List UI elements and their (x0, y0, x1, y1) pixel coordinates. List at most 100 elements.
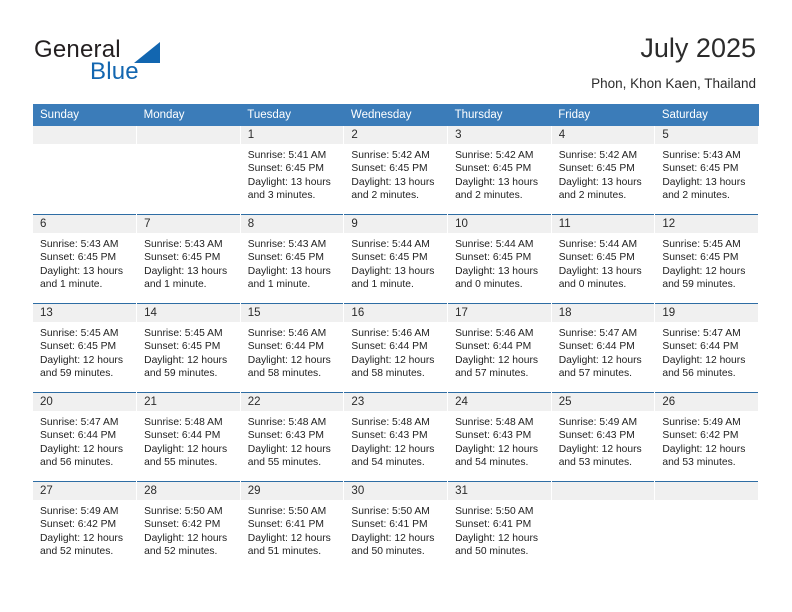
day-number: 14 (137, 304, 240, 322)
day-cell-inner (33, 126, 137, 214)
calendar-day-cell[interactable]: 28 Sunrise: 5:50 AM Sunset: 6:42 PM Dayligh… (136, 481, 241, 570)
sunrise-text: Sunrise: 5:46 AM (351, 328, 430, 339)
day-details: Sunrise: 5:45 AM Sunset: 6:45 PM Daylight:… (137, 322, 240, 381)
sunrise-text: Sunrise: 5:45 AM (144, 328, 223, 339)
day-details: Sunrise: 5:45 AM Sunset: 6:45 PM Daylight:… (655, 233, 758, 292)
daylight-text: Daylight: 12 hours and 56 minutes. (662, 354, 746, 380)
sunset-text: Sunset: 6:45 PM (351, 163, 428, 175)
day-number: 16 (344, 304, 448, 322)
day-number: 21 (137, 393, 240, 411)
calendar-day-cell-empty (33, 126, 138, 215)
sunrise-text: Sunrise: 5:42 AM (455, 150, 534, 161)
day-cell-inner: 30 Sunrise: 5:50 AM Sunset: 6:41 PM Dayligh… (344, 482, 448, 570)
calendar-day-cell[interactable]: 4 Sunrise: 5:42 AM Sunset: 6:45 PM Daylight… (551, 126, 656, 215)
calendar-day-cell[interactable]: 17 Sunrise: 5:46 AM Sunset: 6:44 PM Dayligh… (447, 303, 552, 393)
calendar-day-cell[interactable]: 15 Sunrise: 5:46 AM Sunset: 6:44 PM Dayligh… (240, 303, 345, 393)
calendar-day-cell-empty (551, 481, 656, 570)
calendar-day-cell[interactable]: 6 Sunrise: 5:43 AM Sunset: 6:45 PM Daylight… (33, 214, 138, 304)
day-number: 7 (137, 215, 240, 233)
day-cell-inner: 5 Sunrise: 5:43 AM Sunset: 6:45 PM Daylight… (655, 126, 758, 214)
day-cell-inner: 4 Sunrise: 5:42 AM Sunset: 6:45 PM Daylight… (551, 126, 655, 214)
day-number (551, 482, 655, 500)
daylight-text: Daylight: 12 hours and 55 minutes. (144, 443, 228, 469)
weekday-header-thursday: Thursday (447, 104, 552, 126)
calendar-day-cell[interactable]: 12 Sunrise: 5:45 AM Sunset: 6:45 PM Dayligh… (654, 214, 759, 304)
sunrise-text: Sunrise: 5:44 AM (455, 239, 534, 250)
calendar-day-cell-empty (654, 481, 759, 570)
calendar-day-cell[interactable]: 14 Sunrise: 5:45 AM Sunset: 6:45 PM Dayligh… (136, 303, 241, 393)
page-title: July 2025 (640, 33, 756, 63)
sunset-text: Sunset: 6:45 PM (247, 252, 324, 264)
daylight-text: Daylight: 12 hours and 55 minutes. (247, 443, 331, 469)
daylight-text: Daylight: 13 hours and 1 minute. (144, 265, 228, 291)
calendar-page: General Blue July 2025 Phon, Khon Kaen, … (0, 0, 792, 612)
calendar-day-cell[interactable]: 3 Sunrise: 5:42 AM Sunset: 6:45 PM Daylight… (447, 126, 552, 215)
calendar-day-cell[interactable]: 5 Sunrise: 5:43 AM Sunset: 6:45 PM Daylight… (654, 126, 759, 215)
calendar-day-cell[interactable]: 8 Sunrise: 5:43 AM Sunset: 6:45 PM Daylight… (240, 214, 345, 304)
calendar-day-cell[interactable]: 2 Sunrise: 5:42 AM Sunset: 6:45 PM Daylight… (343, 126, 449, 215)
calendar-day-cell[interactable]: 27 Sunrise: 5:49 AM Sunset: 6:42 PM Dayligh… (33, 481, 138, 570)
daylight-text: Daylight: 12 hours and 56 minutes. (40, 443, 123, 469)
day-cell-inner: 26 Sunrise: 5:49 AM Sunset: 6:42 PM Dayligh… (655, 393, 758, 481)
day-details: Sunrise: 5:47 AM Sunset: 6:44 PM Daylight:… (33, 411, 136, 470)
sunset-text: Sunset: 6:45 PM (351, 252, 428, 264)
day-cell-inner: 7 Sunrise: 5:43 AM Sunset: 6:45 PM Daylight… (137, 215, 240, 303)
calendar-day-cell[interactable]: 23 Sunrise: 5:48 AM Sunset: 6:43 PM Dayligh… (343, 392, 449, 482)
sunset-text: Sunset: 6:45 PM (40, 252, 117, 264)
day-cell-inner (137, 126, 240, 214)
calendar-day-cell[interactable]: 7 Sunrise: 5:43 AM Sunset: 6:45 PM Daylight… (136, 214, 241, 304)
calendar-day-cell[interactable]: 20 Sunrise: 5:47 AM Sunset: 6:44 PM Dayligh… (33, 392, 138, 482)
sunset-text: Sunset: 6:41 PM (455, 519, 532, 531)
sunrise-text: Sunrise: 5:43 AM (40, 239, 119, 250)
calendar-day-cell[interactable]: 11 Sunrise: 5:44 AM Sunset: 6:45 PM Dayligh… (551, 214, 656, 304)
sunrise-text: Sunrise: 5:49 AM (662, 417, 741, 428)
general-blue-logo[interactable]: General Blue (34, 36, 234, 86)
calendar-day-cell[interactable]: 9 Sunrise: 5:44 AM Sunset: 6:45 PM Daylight… (343, 214, 449, 304)
daylight-text: Daylight: 13 hours and 0 minutes. (455, 265, 539, 291)
day-details: Sunrise: 5:42 AM Sunset: 6:45 PM Daylight:… (552, 144, 655, 203)
sunrise-text: Sunrise: 5:45 AM (40, 328, 119, 339)
calendar-day-cell[interactable]: 24 Sunrise: 5:48 AM Sunset: 6:43 PM Dayligh… (447, 392, 552, 482)
sunset-text: Sunset: 6:45 PM (40, 341, 117, 353)
sunrise-text: Sunrise: 5:48 AM (144, 417, 223, 428)
sunrise-text: Sunrise: 5:46 AM (247, 328, 327, 339)
sunrise-text: Sunrise: 5:45 AM (662, 239, 741, 250)
day-number: 15 (240, 304, 344, 322)
calendar-day-cell[interactable]: 16 Sunrise: 5:46 AM Sunset: 6:44 PM Dayligh… (343, 303, 449, 393)
calendar-day-cell[interactable]: 29 Sunrise: 5:50 AM Sunset: 6:41 PM Dayligh… (240, 481, 345, 570)
daylight-text: Daylight: 12 hours and 59 minutes. (40, 354, 123, 380)
day-number: 28 (137, 482, 240, 500)
day-number: 17 (448, 304, 551, 322)
calendar-day-cell[interactable]: 10 Sunrise: 5:44 AM Sunset: 6:45 PM Dayligh… (447, 214, 552, 304)
calendar-day-cell[interactable]: 13 Sunrise: 5:45 AM Sunset: 6:45 PM Dayligh… (33, 303, 138, 393)
day-cell-inner: 1 Sunrise: 5:41 AM Sunset: 6:45 PM Daylight… (240, 126, 344, 214)
day-cell-inner: 16 Sunrise: 5:46 AM Sunset: 6:44 PM Dayligh… (344, 304, 448, 392)
calendar-day-cell[interactable]: 30 Sunrise: 5:50 AM Sunset: 6:41 PM Dayligh… (343, 481, 449, 570)
calendar-day-cell[interactable]: 25 Sunrise: 5:49 AM Sunset: 6:43 PM Dayligh… (551, 392, 656, 482)
day-details: Sunrise: 5:49 AM Sunset: 6:42 PM Daylight:… (33, 500, 136, 559)
day-details: Sunrise: 5:44 AM Sunset: 6:45 PM Daylight:… (344, 233, 447, 292)
sunrise-text: Sunrise: 5:48 AM (247, 417, 327, 428)
calendar-day-cell[interactable]: 31 Sunrise: 5:50 AM Sunset: 6:41 PM Dayligh… (447, 481, 552, 570)
daylight-text: Daylight: 13 hours and 3 minutes. (247, 176, 331, 202)
day-details: Sunrise: 5:46 AM Sunset: 6:44 PM Daylight:… (448, 322, 551, 381)
calendar-day-cell[interactable]: 18 Sunrise: 5:47 AM Sunset: 6:44 PM Dayligh… (551, 303, 656, 393)
day-cell-inner: 22 Sunrise: 5:48 AM Sunset: 6:43 PM Dayligh… (240, 393, 344, 481)
calendar-day-cell[interactable]: 22 Sunrise: 5:48 AM Sunset: 6:43 PM Dayligh… (240, 392, 345, 482)
day-details: Sunrise: 5:43 AM Sunset: 6:45 PM Daylight:… (33, 233, 136, 292)
day-cell-inner: 28 Sunrise: 5:50 AM Sunset: 6:42 PM Dayligh… (137, 482, 240, 570)
day-cell-inner: 31 Sunrise: 5:50 AM Sunset: 6:41 PM Dayligh… (448, 482, 551, 570)
day-cell-inner: 3 Sunrise: 5:42 AM Sunset: 6:45 PM Daylight… (448, 126, 551, 214)
calendar-day-cell[interactable]: 19 Sunrise: 5:47 AM Sunset: 6:44 PM Dayligh… (654, 303, 759, 393)
day-cell-inner: 21 Sunrise: 5:48 AM Sunset: 6:44 PM Dayligh… (137, 393, 240, 481)
day-number: 18 (551, 304, 655, 322)
day-cell-inner: 8 Sunrise: 5:43 AM Sunset: 6:45 PM Daylight… (240, 215, 344, 303)
sunset-text: Sunset: 6:45 PM (662, 163, 739, 175)
calendar-day-cell[interactable]: 21 Sunrise: 5:48 AM Sunset: 6:44 PM Dayligh… (136, 392, 241, 482)
sunrise-text: Sunrise: 5:43 AM (144, 239, 223, 250)
sunrise-text: Sunrise: 5:43 AM (247, 239, 327, 250)
calendar-day-cell[interactable]: 26 Sunrise: 5:49 AM Sunset: 6:42 PM Dayligh… (654, 392, 759, 482)
day-details: Sunrise: 5:43 AM Sunset: 6:45 PM Daylight:… (655, 144, 758, 203)
daylight-text: Daylight: 13 hours and 2 minutes. (455, 176, 539, 202)
calendar-day-cell[interactable]: 1 Sunrise: 5:41 AM Sunset: 6:45 PM Daylight… (240, 126, 345, 215)
